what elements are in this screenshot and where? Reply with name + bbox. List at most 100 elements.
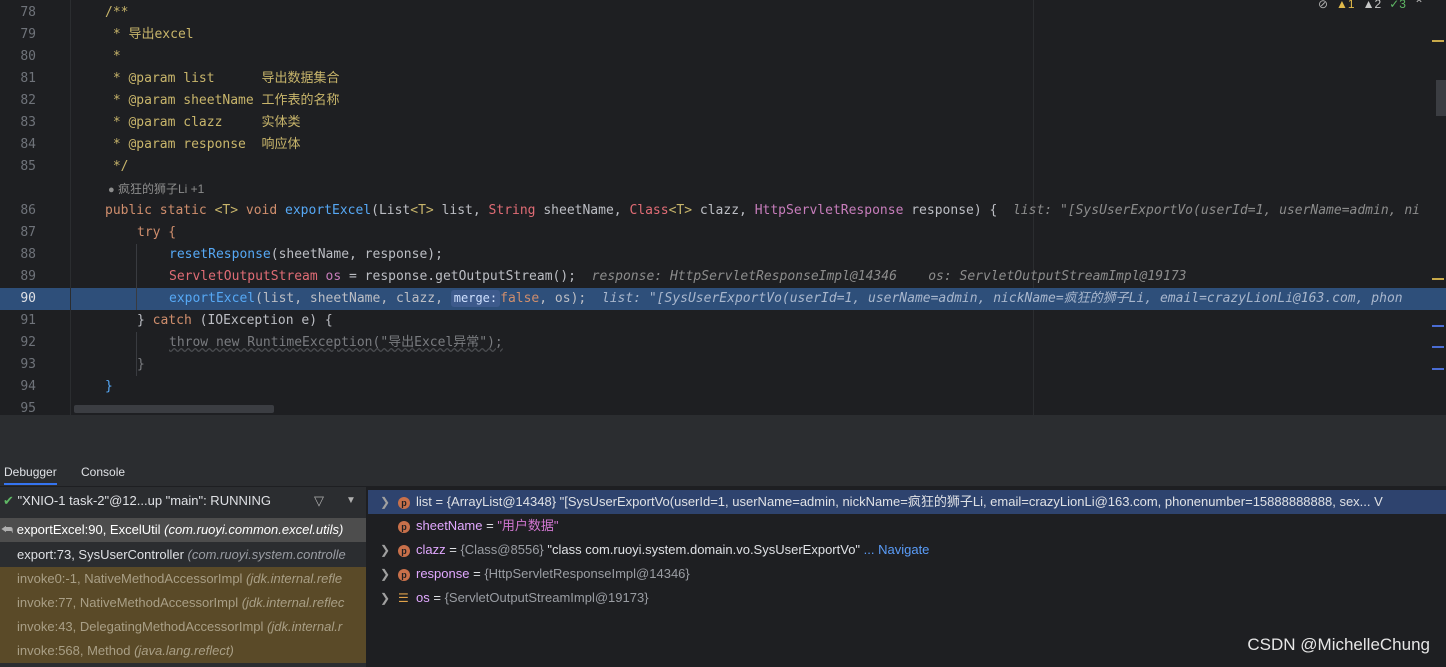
thread-label: "XNIO-1 task-2"@12...up "main": RUNNING	[17, 493, 271, 508]
code-line-91[interactable]: } catch (IOException e) {	[137, 310, 333, 332]
code-line-88[interactable]: resetResponse(sheetName, response);	[169, 244, 443, 266]
line-number: 93	[20, 357, 36, 372]
line-number: 83	[20, 115, 36, 130]
frame-method: invoke:43, DelegatingMethodAccessorImpl	[17, 619, 268, 634]
check-icon[interactable]: ✓3	[1389, 0, 1406, 11]
equals: =	[445, 542, 461, 557]
frame-method: invoke:568, Method	[17, 643, 135, 658]
variable-value: "class com.ruoyi.system.domain.vo.SysUse…	[547, 542, 861, 557]
thread-selector[interactable]: ✔ "XNIO-1 task-2"@12...up "main": RUNNIN…	[0, 487, 366, 515]
weak-warning-icon[interactable]: ▲2	[1363, 0, 1382, 11]
method-name: exportExcel	[285, 203, 372, 218]
author-name: 疯狂的狮子Li +1	[118, 182, 205, 196]
code-line-85[interactable]: */	[105, 156, 129, 178]
variable-row[interactable]: ❯ p clazz = {Class@8556} "class com.ruoyi.…	[368, 538, 1446, 562]
code-text: (IOException e) {	[191, 313, 333, 328]
chevron-up-icon[interactable]: ⌃	[1414, 0, 1424, 11]
keyword: void	[238, 203, 286, 218]
debug-tabs: Debugger Console	[0, 461, 1446, 487]
variable-row[interactable]: ❯ p response = {HttpServletResponseImpl@14…	[368, 562, 1446, 586]
code-text: (sheetName, response);	[270, 247, 443, 262]
code-line-79[interactable]: * 导出excel	[105, 24, 194, 46]
type-name: String	[488, 203, 536, 218]
line-number: 85	[20, 159, 36, 174]
reader-mode-icon[interactable]: ⊘	[1318, 0, 1328, 11]
type-param: <T>	[410, 203, 434, 218]
stack-frame[interactable]: invoke0:-1, NativeMethodAccessorImpl (jd…	[0, 567, 366, 591]
chevron-right-icon[interactable]: ❯	[380, 538, 398, 562]
git-author-hint[interactable]: ● 疯狂的狮子Li +1	[108, 178, 204, 201]
code-line-84[interactable]: * @param response 响应体	[105, 134, 301, 156]
equals: =	[431, 494, 447, 509]
line-number: 91	[20, 313, 36, 328]
variable-name: list	[416, 494, 432, 509]
tab-debugger[interactable]: Debugger	[4, 461, 57, 485]
variable-value: "[SysUserExportVo(userId=1, userName=adm…	[559, 494, 1383, 509]
code-line-90[interactable]: exportExcel(list, sheetName, clazz, merg…	[169, 288, 1403, 310]
equals: =	[429, 590, 445, 605]
method-name: resetResponse	[169, 247, 271, 262]
code-line-89[interactable]: ServletOutputStream os = response.getOut…	[169, 266, 1187, 288]
stack-frame[interactable]: export:73, SysUserController (com.ruoyi.…	[0, 543, 366, 567]
stack-frame[interactable]: invoke:77, NativeMethodAccessorImpl (jdk…	[0, 591, 366, 615]
code-line-94[interactable]: }	[105, 376, 113, 398]
parameter-icon: p	[398, 496, 410, 509]
tab-console[interactable]: Console	[81, 461, 125, 483]
parameter-name-hint: merge:	[450, 290, 501, 307]
code-line-81[interactable]: * @param list 导出数据集合	[105, 68, 340, 90]
stack-frame[interactable]: invoke:568, Method (java.lang.reflect)	[0, 639, 366, 663]
code-line-93[interactable]: }	[137, 354, 145, 376]
code-text: }	[137, 313, 153, 328]
line-number: 94	[20, 379, 36, 394]
stack-frame[interactable]: invoke:43, DelegatingMethodAccessorImpl …	[0, 615, 366, 639]
inline-value-hint: response: HttpServletResponseImpl@14346 …	[591, 269, 1187, 284]
variable-row[interactable]: ❯ ☰ os = {ServletOutputStreamImpl@19173}	[368, 586, 1446, 610]
chevron-right-icon[interactable]: ❯	[380, 562, 398, 586]
chevron-right-icon[interactable]: ❯	[380, 490, 398, 514]
variable-ref: {Class@8556}	[460, 542, 548, 557]
warning-count: 1	[1347, 0, 1355, 11]
chevron-right-icon[interactable]: ❯	[380, 586, 398, 610]
code-text: , os);	[539, 291, 587, 306]
line-number: 84	[20, 137, 36, 152]
frames-panel: ✔ "XNIO-1 task-2"@12...up "main": RUNNIN…	[0, 487, 366, 667]
code-line-86[interactable]: public static <T> void exportExcel(List<…	[105, 200, 1420, 222]
type-name: HttpServletResponse	[754, 203, 904, 218]
code-editor[interactable]: 78 79 80 81 82 83 84 85 86 87 88 89 90 9…	[0, 0, 1446, 415]
method-name: exportExcel	[169, 291, 256, 306]
variable-value: "用户数据"	[497, 518, 559, 533]
code-line-92[interactable]: throw new RuntimeException("导出Excel异常");	[169, 332, 503, 354]
variable-ref: {ArrayList@14348}	[446, 494, 560, 509]
type-name: ServletOutputStream	[169, 269, 318, 284]
filter-icon[interactable]: ▽	[314, 487, 324, 515]
code-text: sheetName,	[535, 203, 630, 218]
panel-divider[interactable]	[0, 415, 1446, 461]
warning-icon[interactable]: ▲1	[1336, 0, 1355, 11]
line-number: 89	[20, 269, 36, 284]
line-number: 80	[20, 49, 36, 64]
line-number: 86	[20, 203, 36, 218]
keyword: public static	[105, 203, 215, 218]
code-line-78[interactable]: /**	[105, 2, 128, 24]
vertical-scrollbar-thumb[interactable]	[1436, 80, 1446, 116]
variable-row[interactable]: p sheetName = "用户数据"	[368, 514, 1446, 538]
frame-method: invoke0:-1, NativeMethodAccessorImpl	[17, 571, 247, 586]
variable-row-selected[interactable]: ❯ p list = {ArrayList@14348} "[SysUserExpo…	[368, 490, 1446, 514]
parameter-icon: p	[398, 520, 410, 533]
code-text: response) {	[903, 203, 998, 218]
code-line-83[interactable]: * @param clazz 实体类	[105, 112, 301, 134]
navigate-link[interactable]: ... Navigate	[860, 542, 930, 557]
horizontal-scrollbar-thumb[interactable]	[74, 405, 274, 413]
chevron-down-icon[interactable]: ▼	[346, 487, 356, 515]
inspection-widget[interactable]: ⊘ ▲1 ▲2 ✓3 ⌃	[1318, 0, 1424, 11]
code-line-82[interactable]: * @param sheetName 工作表的名称	[105, 90, 340, 112]
keyword: false	[500, 291, 540, 306]
code-line-87[interactable]: try {	[137, 222, 176, 244]
field-icon: ☰	[398, 591, 409, 605]
frame-package: (com.ruoyi.common.excel.utils)	[164, 522, 344, 537]
equals: =	[482, 518, 498, 533]
variable-ref: {ServletOutputStreamImpl@19173}	[444, 590, 649, 605]
code-line-80[interactable]: *	[105, 46, 121, 68]
stack-frame-selected[interactable]: ⮪ exportExcel:90, ExcelUtil (com.ruoyi.c…	[0, 518, 366, 542]
equals: =	[469, 566, 485, 581]
